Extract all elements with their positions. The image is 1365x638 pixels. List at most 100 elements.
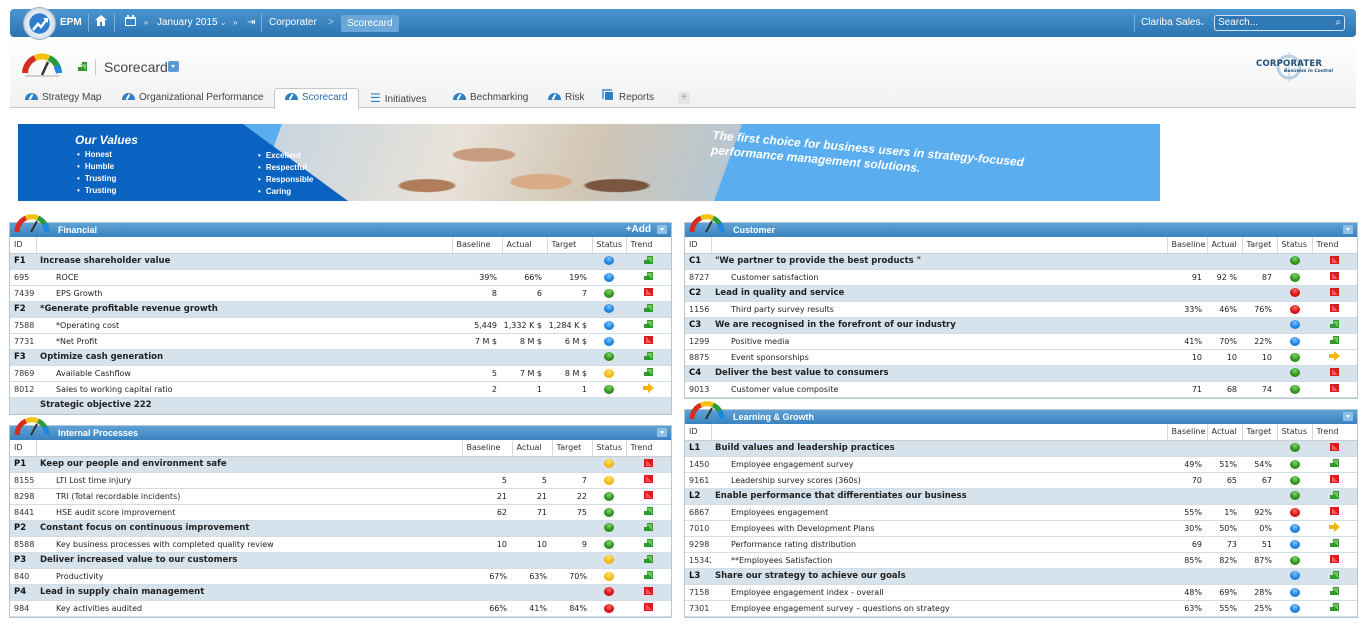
title-dropdown-button[interactable]	[168, 61, 179, 72]
col-status[interactable]: Status	[1277, 237, 1313, 254]
row-name[interactable]: Lead in quality and service	[711, 285, 1167, 302]
kpi-row[interactable]: 1156 Third party survey results 33% 46% 76%	[685, 301, 1357, 318]
kpi-row[interactable]: 8012 Sales to working capital ratio 2 1 1	[10, 381, 671, 398]
col-status[interactable]: Status	[1277, 424, 1313, 441]
col-target[interactable]: Target	[552, 440, 593, 457]
add-tab-button[interactable]: +	[678, 92, 690, 104]
col-trend[interactable]: Trend	[626, 440, 671, 457]
col-target[interactable]: Target	[1242, 237, 1278, 254]
kpi-row[interactable]: 7869 Available Cashflow 5 7 M $8 M $	[10, 365, 671, 382]
panel-menu-button[interactable]	[1343, 225, 1353, 234]
row-name[interactable]: *Operating cost	[36, 317, 452, 334]
row-name[interactable]: Lead in supply chain management	[36, 584, 462, 601]
row-name[interactable]: Share our strategy to achieve our goals	[711, 568, 1167, 585]
kpi-row[interactable]: 7010 Employees with Development Plans 30% 5…	[685, 520, 1357, 537]
tab-initiatives[interactable]: ☰ Initiatives	[370, 89, 426, 109]
kpi-row[interactable]: 8727 Customer satisfaction 91 92 % 87	[685, 269, 1357, 286]
breadcrumb-scorecard[interactable]: Scorecard	[341, 15, 399, 32]
kpi-row[interactable]: 840 Productivity 67% 63% 70%	[10, 568, 671, 585]
row-name[interactable]: Performance rating distribution	[711, 536, 1167, 553]
row-name[interactable]: Sales to working capital ratio	[36, 381, 452, 398]
kpi-row[interactable]: 9298 Performance rating distribution 69 73 5…	[685, 536, 1357, 553]
row-name[interactable]: *Generate profitable revenue growth	[36, 301, 452, 318]
kpi-row[interactable]: 7158 Employee engagement index - overall 4…	[685, 584, 1357, 601]
col-actual[interactable]: Actual	[512, 440, 553, 457]
row-name[interactable]: Customer satisfaction	[711, 269, 1167, 286]
row-name[interactable]: Increase shareholder value	[36, 253, 452, 270]
row-name[interactable]: **Employees Satisfaction	[711, 552, 1167, 569]
row-name[interactable]: Available Cashflow	[36, 365, 452, 382]
row-name[interactable]: ROCE	[36, 269, 452, 286]
row-name[interactable]: LTI Lost time injury	[36, 472, 462, 489]
row-name[interactable]: Customer value composite	[711, 381, 1167, 398]
row-name[interactable]: Employees with Development Plans	[711, 520, 1167, 537]
objective-row[interactable]: P3 Deliver increased value to our custome…	[10, 552, 671, 569]
objective-row[interactable]: F1 Increase shareholder value	[10, 253, 671, 270]
kpi-row[interactable]: 7588 *Operating cost 5,449 1,332 K $1,284 K…	[10, 317, 671, 334]
kpi-row[interactable]: 1450 Employee engagement survey 49% 51% 54%	[685, 456, 1357, 473]
pin-icon[interactable]: ⇥	[247, 9, 255, 37]
add-button[interactable]: +Add	[626, 223, 651, 237]
row-name[interactable]: Key business processes with completed qu…	[36, 536, 462, 553]
period-selector[interactable]: January 2015	[157, 9, 218, 37]
row-name[interactable]: Deliver the best value to consumers	[711, 365, 1167, 382]
col-actual[interactable]: Actual	[1207, 424, 1243, 441]
kpi-row[interactable]: 8441 HSE audit score improvement 62 71 75	[10, 504, 671, 521]
col-actual[interactable]: Actual	[1207, 237, 1243, 254]
kpi-row[interactable]: 15342**Employees Satisfaction85%82%87%	[685, 552, 1357, 569]
row-name[interactable]: Key activities audited	[36, 600, 462, 617]
panel-menu-button[interactable]	[1343, 412, 1353, 421]
objective-row[interactable]: L3 Share our strategy to achieve our goal…	[685, 568, 1357, 585]
col-target[interactable]: Target	[1242, 424, 1278, 441]
row-name[interactable]: Event sponsorships	[711, 349, 1167, 366]
objective-row[interactable]: C2 Lead in quality and service	[685, 285, 1357, 302]
row-name[interactable]: Employee engagement survey – questions o…	[711, 600, 1167, 617]
kpi-row[interactable]: 7439 EPS Growth 8 6 7	[10, 285, 671, 302]
row-name[interactable]: Keep our people and environment safe	[36, 456, 462, 473]
objective-row[interactable]: C1 "We partner to provide the best produc…	[685, 253, 1357, 270]
col-trend[interactable]: Trend	[1312, 237, 1357, 254]
search-input[interactable]: Search... ⌕	[1214, 15, 1345, 31]
panel-menu-button[interactable]	[657, 428, 667, 437]
tab-reports[interactable]: Reports	[604, 89, 654, 109]
search-icon[interactable]: ⌕	[1335, 16, 1341, 30]
row-name[interactable]: Employees engagement	[711, 504, 1167, 521]
previous-period-button[interactable]: «	[144, 9, 148, 37]
tab-scorecard[interactable]: Scorecard	[274, 88, 359, 110]
row-name[interactable]: "We partner to provide the best products…	[711, 253, 1167, 270]
col-trend[interactable]: Trend	[626, 237, 671, 254]
objective-row[interactable]: L2 Enable performance that differentiates…	[685, 488, 1357, 505]
epm-logo-icon[interactable]	[23, 7, 56, 40]
kpi-row[interactable]: 8875 Event sponsorships 10 10 10	[685, 349, 1357, 366]
kpi-row[interactable]: 8298 TRI (Total recordable incidents) 21 21…	[10, 488, 671, 505]
row-name[interactable]: Build values and leadership practices	[711, 440, 1167, 457]
kpi-row[interactable]: 9013 Customer value composite 71 68 74	[685, 381, 1357, 398]
row-name[interactable]: EPS Growth	[36, 285, 452, 302]
row-name[interactable]: Leadership survey scores (360s)	[711, 472, 1167, 489]
user-menu[interactable]: Clariba Sales	[1141, 9, 1200, 37]
objective-row[interactable]: F3 Optimize cash generation	[10, 349, 671, 366]
objective-row[interactable]: Strategic objective 222	[10, 397, 671, 414]
row-name[interactable]: HSE audit score improvement	[36, 504, 462, 521]
col-trend[interactable]: Trend	[1312, 424, 1357, 441]
objective-row[interactable]: P2 Constant focus on continuous improveme…	[10, 520, 671, 537]
col-baseline[interactable]: Baseline	[1167, 237, 1208, 254]
kpi-row[interactable]: 7731 *Net Profit 7 M $8 M $6 M $	[10, 333, 671, 350]
objective-row[interactable]: P4 Lead in supply chain management	[10, 584, 671, 601]
breadcrumb-corporater[interactable]: Corporater	[269, 9, 317, 37]
panel-menu-button[interactable]	[657, 225, 667, 234]
kpi-row[interactable]: 8155 LTI Lost time injury 5 5 7	[10, 472, 671, 489]
period-dropdown-chevron-icon[interactable]: ⌄	[220, 9, 227, 37]
calendar-icon[interactable]	[125, 9, 136, 37]
tab-strategy-map[interactable]: Strategy Map	[25, 89, 101, 109]
app-name[interactable]: EPM	[60, 9, 82, 37]
kpi-row[interactable]: 1299 Positive media 41% 70% 22%	[685, 333, 1357, 350]
col-target[interactable]: Target	[547, 237, 593, 254]
row-name[interactable]: Optimize cash generation	[36, 349, 452, 366]
row-name[interactable]: Positive media	[711, 333, 1167, 350]
row-name[interactable]: Enable performance that differentiates o…	[711, 488, 1167, 505]
row-name[interactable]: Employee engagement index - overall	[711, 584, 1167, 601]
col-actual[interactable]: Actual	[502, 237, 548, 254]
tab-risk[interactable]: Risk	[548, 89, 584, 109]
kpi-row[interactable]: 984 Key activities audited 66% 41% 84%	[10, 600, 671, 617]
